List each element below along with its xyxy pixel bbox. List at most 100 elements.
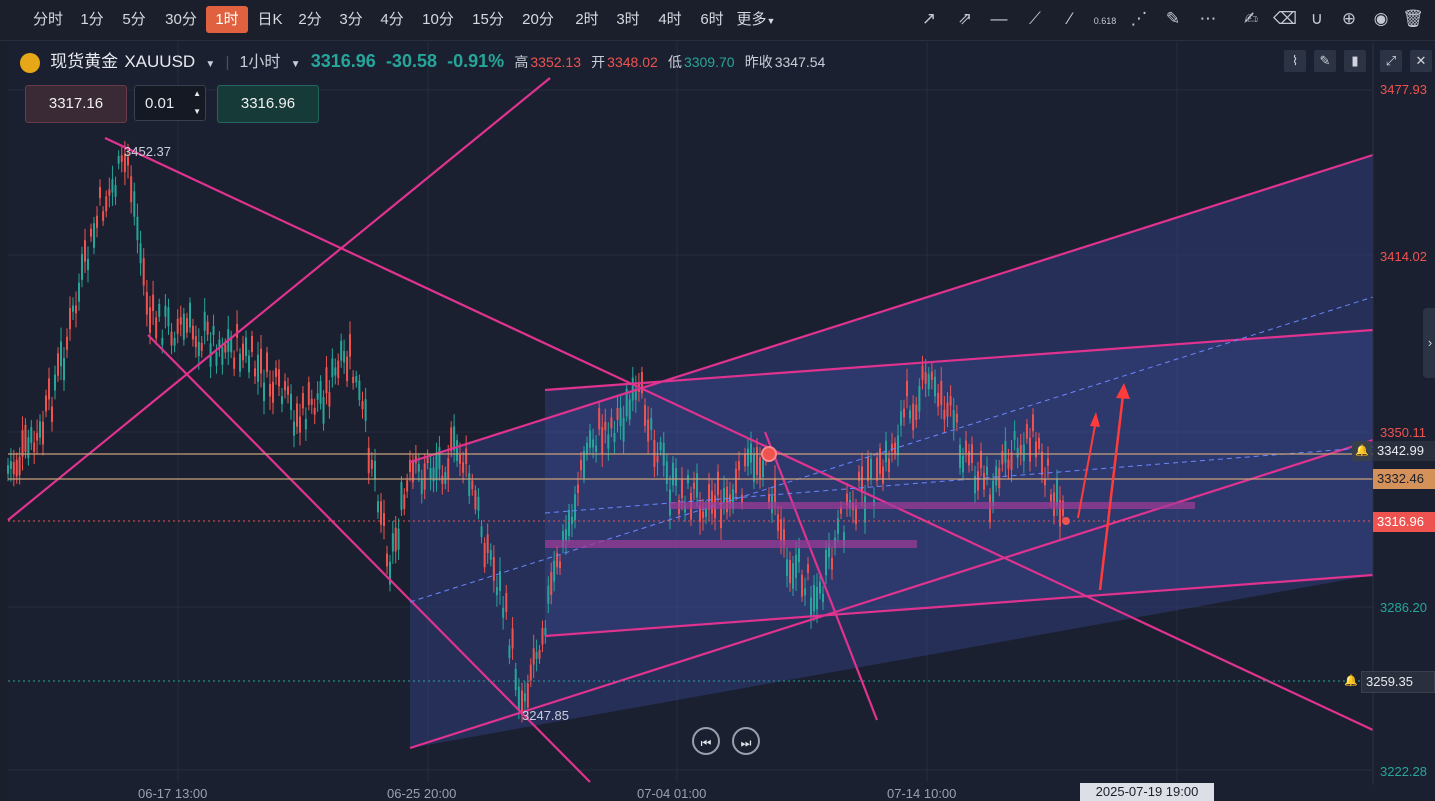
candle-body xyxy=(386,553,388,567)
candle-body xyxy=(738,461,740,471)
candle-body xyxy=(304,418,307,430)
candle-body xyxy=(927,374,930,390)
candle-body xyxy=(959,444,961,468)
interval-select[interactable]: 1小时 xyxy=(240,54,281,71)
candlestick-chart[interactable] xyxy=(0,0,1435,800)
candle-body xyxy=(568,510,570,537)
candle-body xyxy=(508,645,511,658)
candle-body xyxy=(717,471,719,496)
candle-body xyxy=(553,560,556,582)
indicator-icon[interactable]: ⌇ xyxy=(1284,50,1306,72)
candle-body xyxy=(75,305,77,314)
jump-forward-button[interactable]: ⏭ xyxy=(732,727,760,755)
prev-close-label: 昨收 xyxy=(744,54,773,70)
candle-body xyxy=(27,437,30,459)
candle-type-icon[interactable]: ▮ xyxy=(1344,50,1366,72)
symbol-dropdown-icon[interactable]: ▼ xyxy=(205,59,215,70)
candle-body xyxy=(346,356,349,382)
candle-body xyxy=(1050,494,1052,502)
candle-body xyxy=(753,454,755,482)
stepper-down-icon[interactable]: ▼ xyxy=(193,104,201,120)
candle-body xyxy=(441,475,444,484)
sell-button[interactable]: 3317.16 xyxy=(25,85,127,123)
candle-body xyxy=(456,440,459,462)
candle-body xyxy=(191,325,194,340)
candle-body xyxy=(206,321,209,335)
candle-body xyxy=(672,462,674,486)
candle-body xyxy=(275,368,277,377)
last-price: 3316.96 xyxy=(310,51,376,71)
candle-body xyxy=(544,627,547,636)
candle-body xyxy=(170,331,173,346)
candle-body xyxy=(301,393,304,409)
candle-body xyxy=(870,458,872,480)
x-tick: 07-14 10:00 xyxy=(887,786,957,801)
candle-body xyxy=(1032,414,1034,432)
candle-body xyxy=(1038,437,1040,449)
candle-body xyxy=(84,240,86,262)
candle-body xyxy=(420,479,423,494)
candle-body xyxy=(406,480,409,492)
candle-body xyxy=(340,340,343,361)
candle-body xyxy=(610,417,613,429)
candle-body xyxy=(263,382,265,402)
candle-body xyxy=(541,628,544,645)
candle-body xyxy=(909,410,911,419)
candle-body xyxy=(995,466,998,486)
candle-body xyxy=(139,243,142,264)
side-panel-toggle[interactable]: › xyxy=(1423,308,1435,378)
candle-body xyxy=(224,344,227,353)
candle-body xyxy=(200,342,203,351)
candle-body xyxy=(471,480,474,490)
candle-body xyxy=(93,223,95,248)
buy-button[interactable]: 3316.96 xyxy=(217,85,319,123)
interval-dropdown-icon[interactable]: ▼ xyxy=(291,59,301,70)
candle-body xyxy=(580,459,582,471)
candle-body xyxy=(483,542,486,568)
candle-body xyxy=(756,447,758,475)
draw-icon[interactable]: ✎ xyxy=(1314,50,1336,72)
alert-bell-icon[interactable]: 🔔 xyxy=(1341,671,1361,691)
candle-body xyxy=(864,496,866,523)
candle-body xyxy=(1029,437,1031,462)
alert-price-tag: 3259.35 xyxy=(1361,671,1435,693)
candle-body xyxy=(550,572,553,595)
close-icon[interactable]: ✕ xyxy=(1410,50,1432,72)
candle-body xyxy=(111,179,114,193)
candle-body xyxy=(601,427,604,455)
candle-body xyxy=(1016,447,1019,458)
candle-body xyxy=(36,432,39,441)
candle-body xyxy=(647,419,650,442)
candle-body xyxy=(54,374,56,391)
candle-body xyxy=(164,305,167,317)
candle-body xyxy=(161,338,164,345)
stepper-up-icon[interactable]: ▲ xyxy=(193,86,201,102)
candle-body xyxy=(21,430,24,457)
candle-body xyxy=(819,581,821,594)
candle-body xyxy=(417,463,420,472)
candle-body xyxy=(176,318,179,334)
candle-body xyxy=(296,403,298,427)
candle-body xyxy=(307,382,310,405)
candle-body xyxy=(529,664,532,681)
jump-back-button[interactable]: ⏮ xyxy=(692,727,720,755)
candle-body xyxy=(355,376,358,383)
candle-body xyxy=(480,526,483,538)
gold-coin-icon xyxy=(20,53,40,74)
candle-body xyxy=(795,554,797,578)
candle-body xyxy=(598,408,601,430)
candle-body xyxy=(867,457,869,482)
candle-body xyxy=(511,628,514,649)
candle-body xyxy=(105,196,108,212)
candle-body xyxy=(179,317,182,325)
candle-body xyxy=(900,411,902,426)
candle-body xyxy=(349,334,351,357)
candle-body xyxy=(532,648,535,665)
zone-box-1 xyxy=(545,540,917,548)
bell-icon[interactable]: 🔔 xyxy=(1352,441,1372,461)
fullscreen-icon[interactable]: ⤢ xyxy=(1380,50,1402,72)
candle-body xyxy=(547,585,550,604)
lot-size-input[interactable]: 0.01 ▲ ▼ xyxy=(134,85,206,121)
candle-body xyxy=(429,467,432,479)
candle-body xyxy=(450,427,453,451)
